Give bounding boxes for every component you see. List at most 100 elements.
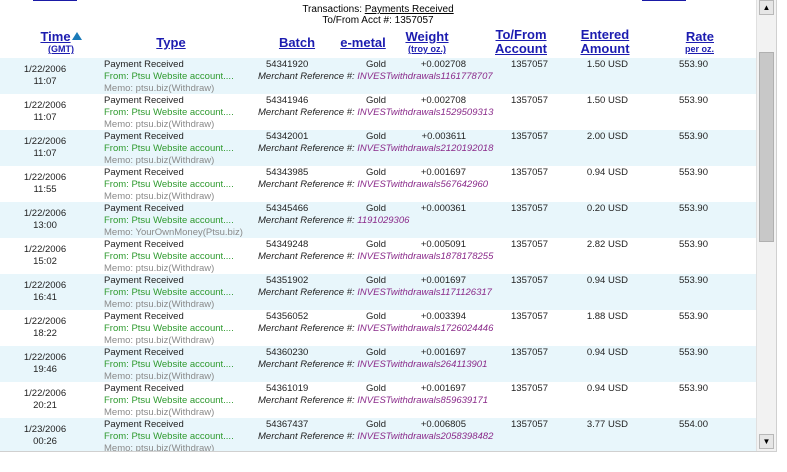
acct-row: To/From Acct #: 1357057 xyxy=(0,15,756,26)
column-entered-line2: Amount xyxy=(580,41,630,56)
row-from: From: Ptsu Website account.... xyxy=(104,215,234,226)
row-datetime: 1/22/2006 11:07 xyxy=(20,64,70,88)
row-rate: 553.90 xyxy=(678,59,708,70)
row-weight: +0.002708 xyxy=(420,59,466,70)
row-description: Payment Received From: Ptsu Website accou… xyxy=(104,383,234,419)
row-type: Payment Received xyxy=(104,203,184,214)
row-ref-number: INVESTwithdrawals264113901 xyxy=(357,359,488,370)
row-from: From: Ptsu Website account.... xyxy=(104,287,234,298)
row-rate: 553.90 xyxy=(678,131,708,142)
row-date: 1/22/2006 xyxy=(23,64,67,75)
row-batch: 54351902 xyxy=(266,275,309,286)
row-batch: 54341946 xyxy=(266,95,309,106)
row-rate: 553.90 xyxy=(678,167,708,178)
row-ref-label: Merchant Reference #: xyxy=(258,431,355,442)
row-date: 1/22/2006 xyxy=(23,136,67,147)
row-rate: 553.90 xyxy=(678,275,708,286)
column-time-label: Time xyxy=(40,29,71,44)
row-amount: 2.00 USD xyxy=(586,131,628,142)
row-time: 11:07 xyxy=(33,148,57,159)
row-batch: 54356052 xyxy=(266,311,309,322)
row-description: Payment Received From: Ptsu Website accou… xyxy=(104,95,234,131)
row-ref-number: INVESTwithdrawals1171126317 xyxy=(357,287,492,298)
row-amount: 1.50 USD xyxy=(586,59,628,70)
row-account: 1357057 xyxy=(511,347,548,358)
row-merchant-ref: Merchant Reference #: INVESTwithdrawals1… xyxy=(258,107,493,119)
row-ref-number: 1191029306 xyxy=(357,215,410,226)
row-ref-number: INVESTwithdrawals1878178255 xyxy=(357,251,494,262)
column-time-sub: (GMT) xyxy=(48,44,74,54)
row-ref-label: Merchant Reference #: xyxy=(258,215,355,226)
row-amount: 0.94 USD xyxy=(586,275,628,286)
row-datetime: 1/22/2006 19:46 xyxy=(20,352,70,376)
column-type[interactable]: Type xyxy=(146,36,196,50)
row-metal: Gold xyxy=(366,347,387,358)
row-time: 11:07 xyxy=(33,76,57,87)
row-rate: 553.90 xyxy=(678,203,708,214)
column-rate-label: Rate xyxy=(685,29,714,44)
row-date: 1/23/2006 xyxy=(23,424,67,435)
transaction-list: 1/22/2006 11:07 Payment Received From: Pts… xyxy=(0,58,756,451)
row-weight: +0.001697 xyxy=(420,383,466,394)
row-description: Payment Received From: Ptsu Website accou… xyxy=(104,419,234,451)
table-header: Time (GMT) Type Batch e-metal Weight (tr… xyxy=(0,28,756,58)
row-metal: Gold xyxy=(366,59,387,70)
row-metal: Gold xyxy=(366,311,387,322)
row-metal: Gold xyxy=(366,275,387,286)
row-type: Payment Received xyxy=(104,167,184,178)
row-description: Payment Received From: Ptsu Website accou… xyxy=(104,167,234,203)
row-date: 1/22/2006 xyxy=(23,244,67,255)
column-weight[interactable]: Weight (troy oz.) xyxy=(398,29,456,55)
column-tofrom-account[interactable]: To/From Account xyxy=(490,28,552,56)
acct-value: 1357057 xyxy=(394,15,434,26)
row-time: 15:02 xyxy=(33,256,57,267)
scrollbar-thumb[interactable] xyxy=(759,52,774,242)
row-type: Payment Received xyxy=(104,95,184,106)
row-time: 16:41 xyxy=(33,292,57,303)
column-batch[interactable]: Batch xyxy=(270,36,324,50)
row-amount: 1.50 USD xyxy=(586,95,628,106)
vertical-scrollbar[interactable]: ▲ ▼ xyxy=(756,0,776,451)
row-type: Payment Received xyxy=(104,59,184,70)
row-weight: +0.003611 xyxy=(421,131,466,142)
row-ref-label: Merchant Reference #: xyxy=(258,287,355,298)
query-summary: Transactions: Payments Received To/From … xyxy=(0,0,756,26)
row-ref-number: INVESTwithdrawals1726024446 xyxy=(357,323,494,334)
row-metal: Gold xyxy=(366,239,387,250)
row-batch: 54345466 xyxy=(266,203,309,214)
row-from: From: Ptsu Website account.... xyxy=(104,71,234,82)
row-weight: +0.001697 xyxy=(420,275,466,286)
row-ref-number: INVESTwithdrawals1529509313 xyxy=(357,107,494,118)
row-datetime: 1/22/2006 11:55 xyxy=(20,172,70,196)
scroll-down-arrow-icon[interactable]: ▼ xyxy=(759,434,774,449)
table-row: 1/22/2006 20:21 Payment Received From: Pts… xyxy=(0,382,756,418)
row-type: Payment Received xyxy=(104,131,184,142)
row-account: 1357057 xyxy=(511,419,548,430)
row-date: 1/22/2006 xyxy=(23,388,67,399)
column-rate[interactable]: Rate per oz. xyxy=(664,29,714,55)
row-amount: 1.88 USD xyxy=(586,311,628,322)
row-ref-label: Merchant Reference #: xyxy=(258,251,355,262)
row-date: 1/22/2006 xyxy=(23,208,67,219)
row-datetime: 1/22/2006 18:22 xyxy=(20,316,70,340)
row-amount: 2.82 USD xyxy=(586,239,628,250)
row-amount: 0.94 USD xyxy=(586,167,628,178)
row-merchant-ref: Merchant Reference #: INVESTwithdrawals8… xyxy=(258,395,488,407)
column-weight-label: Weight xyxy=(405,29,449,44)
row-description: Payment Received From: Ptsu Website accou… xyxy=(104,59,234,95)
column-entered-amount[interactable]: Entered Amount xyxy=(574,28,636,56)
scroll-up-arrow-icon[interactable]: ▲ xyxy=(759,0,774,15)
row-amount: 0.20 USD xyxy=(586,203,628,214)
row-weight: +0.003394 xyxy=(420,311,466,322)
history-frame: Transactions: Payments Received To/From … xyxy=(0,0,777,452)
row-merchant-ref: Merchant Reference #: INVESTwithdrawals1… xyxy=(258,287,492,299)
row-datetime: 1/22/2006 11:07 xyxy=(20,136,70,160)
row-amount: 0.94 USD xyxy=(586,383,628,394)
row-description: Payment Received From: Ptsu Website accou… xyxy=(104,203,243,239)
row-account: 1357057 xyxy=(511,203,548,214)
column-emetal[interactable]: e-metal xyxy=(336,36,390,50)
transactions-value: Payments Received xyxy=(364,4,454,15)
table-row: 1/22/2006 15:02 Payment Received From: Pts… xyxy=(0,238,756,274)
column-time[interactable]: Time (GMT) xyxy=(36,30,86,54)
row-ref-number: INVESTwithdrawals2120192018 xyxy=(357,143,494,154)
